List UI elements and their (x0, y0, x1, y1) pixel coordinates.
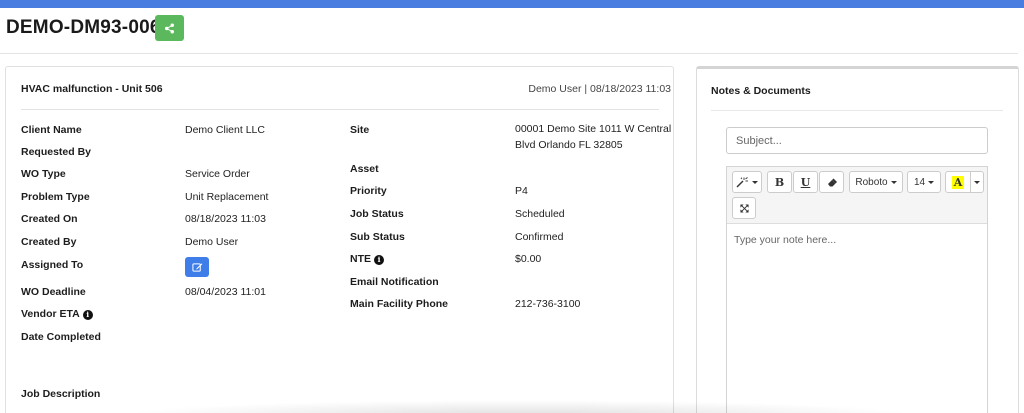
top-accent-bar (0, 0, 1024, 8)
field-value-job-status: Scheduled (515, 208, 565, 220)
info-icon[interactable]: i (374, 254, 384, 265)
note-editor: B U Roboto 14 A (726, 166, 988, 413)
field-label-wo-deadline: WO Deadline (21, 286, 86, 298)
field-value-problem-type: Unit Replacement (185, 191, 269, 203)
magic-wand-icon (736, 176, 748, 187)
field-label-requested-by: Requested By (21, 146, 92, 158)
field-value-sub-status: Confirmed (515, 231, 564, 243)
panel-divider (21, 109, 659, 110)
field-label-problem-type: Problem Type (21, 191, 90, 203)
field-label-date-completed: Date Completed (21, 331, 101, 343)
eraser-icon (827, 178, 837, 186)
field-label-main-facility-phone: Main Facility Phone (350, 298, 449, 310)
page-title: DEMO-DM93-006 (6, 17, 161, 38)
editor-toolbar: B U Roboto 14 A (727, 167, 987, 224)
field-label-sub-status: Sub Status (350, 231, 405, 243)
header-divider (0, 53, 1018, 54)
field-value-priority: P4 (515, 185, 528, 197)
bold-button[interactable]: B (767, 171, 792, 193)
field-label-nte: NTE i (350, 253, 384, 265)
field-value-client-name: Demo Client LLC (185, 124, 265, 136)
field-label-created-on: Created On (21, 213, 78, 225)
text-color-label: A (951, 175, 965, 189)
text-color-dropdown[interactable] (970, 171, 984, 193)
info-icon[interactable]: i (82, 309, 93, 320)
field-label-client-name: Client Name (21, 124, 82, 136)
fullscreen-button[interactable] (732, 197, 756, 219)
field-value-created-on: 08/18/2023 11:03 (185, 213, 266, 225)
chevron-down-icon (752, 180, 758, 184)
field-value-wo-deadline: 08/04/2023 11:01 (185, 286, 266, 298)
text-color-button[interactable]: A (945, 171, 971, 193)
vendor-eta-label-text: Vendor ETA (21, 308, 80, 320)
field-value-main-facility-phone: 212-736-3100 (515, 298, 581, 310)
expand-icon (739, 203, 749, 213)
field-value-created-by: Demo User (185, 236, 239, 248)
share-button[interactable] (155, 15, 184, 41)
field-label-asset: Asset (350, 163, 379, 175)
chevron-down-icon (890, 180, 897, 184)
font-family-dropdown[interactable]: Roboto (849, 171, 903, 193)
font-size-label: 14 (913, 176, 926, 188)
chevron-down-icon (974, 180, 980, 184)
field-label-site: Site (350, 124, 370, 136)
field-label-wo-type: WO Type (21, 168, 66, 180)
edit-icon (191, 262, 202, 272)
subject-input[interactable] (726, 127, 988, 154)
field-label-email-notification: Email Notification (350, 276, 439, 288)
chevron-down-icon (928, 180, 935, 184)
nte-label-text: NTE (350, 253, 371, 265)
notes-title: Notes & Documents (711, 85, 811, 97)
field-value-wo-type: Service Order (185, 168, 250, 180)
note-textarea[interactable] (727, 225, 987, 413)
field-label-assigned-to: Assigned To (21, 259, 84, 271)
field-label-priority: Priority (350, 185, 387, 197)
magic-button[interactable] (732, 171, 762, 193)
work-order-title: HVAC malfunction - Unit 506 (21, 83, 163, 95)
field-value-nte: $0.00 (515, 253, 542, 265)
share-icon (165, 23, 174, 33)
field-label-created-by: Created By (21, 236, 77, 248)
eraser-button[interactable] (819, 171, 844, 193)
font-size-dropdown[interactable]: 14 (907, 171, 941, 193)
field-value-site: 00001 Demo Site 1011 W Central Blvd Orla… (515, 123, 672, 151)
work-order-meta: Demo User | 08/18/2023 11:03 (528, 83, 671, 95)
assign-edit-button[interactable] (185, 257, 209, 277)
field-label-job-status: Job Status (350, 208, 404, 220)
field-label-vendor-eta: Vendor ETA i (21, 308, 93, 320)
notes-divider (711, 110, 1003, 111)
work-order-panel (5, 66, 674, 413)
job-description-label: Job Description (21, 388, 101, 400)
font-family-label: Roboto (855, 176, 888, 188)
underline-button[interactable]: U (793, 171, 818, 193)
